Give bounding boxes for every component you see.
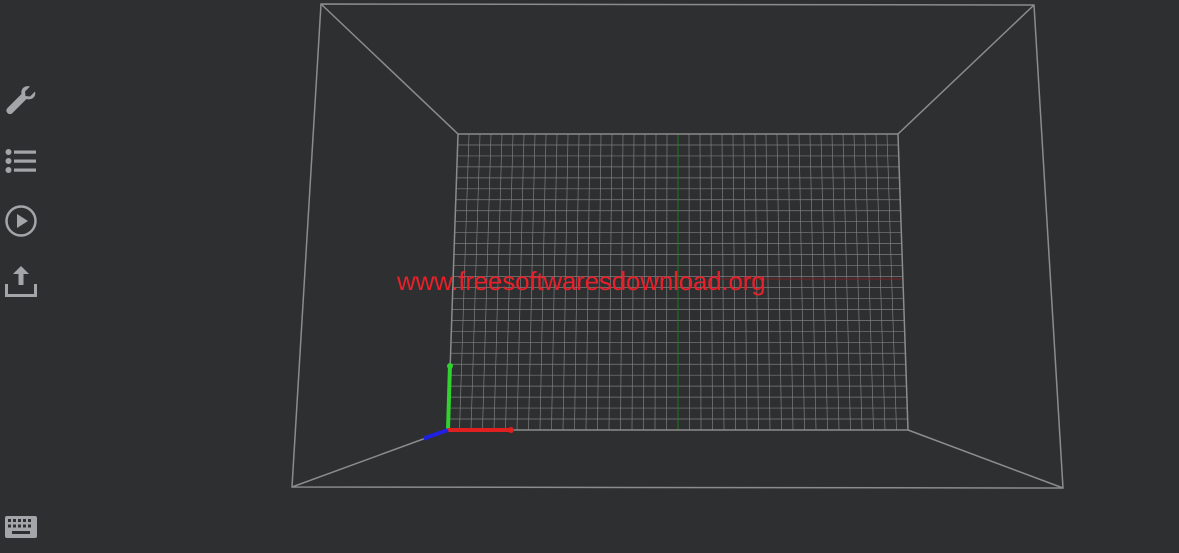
settings-button[interactable] (3, 83, 39, 119)
grid-line-vertical (787, 133, 794, 431)
3d-viewport[interactable]: www.freesoftwaresdownload.org (0, 0, 1179, 553)
grid-line-vertical (864, 133, 874, 431)
grid-line-vertical (820, 133, 828, 431)
list-button[interactable] (3, 143, 39, 179)
grid-line-vertical (809, 133, 817, 431)
upload-icon (5, 266, 37, 297)
keyboard-button[interactable] (3, 509, 39, 545)
play-button[interactable] (3, 203, 39, 239)
axis-z (424, 428, 449, 440)
grid-line-vertical (842, 133, 851, 431)
grid-line-vertical (798, 133, 805, 431)
watermark-text: www.freesoftwaresdownload.org (397, 266, 766, 296)
axis-y-tip (447, 363, 453, 369)
axis-z-tip (423, 435, 429, 441)
keyboard-icon (5, 516, 37, 538)
grid-line-vertical (765, 133, 771, 431)
axis-x-tip (508, 427, 514, 433)
export-button[interactable] (3, 263, 39, 299)
grid-line-vertical (776, 133, 782, 431)
axis-gizmo (423, 363, 514, 441)
play-icon (5, 205, 37, 237)
list-icon (5, 149, 36, 173)
axis-y (446, 363, 452, 431)
grid-line-vertical (875, 133, 886, 431)
grid-line-vertical (886, 133, 897, 431)
grid-line-vertical (831, 133, 840, 431)
grid-line-vertical (853, 133, 863, 431)
app-window: www.freesoftwaresdownload.org (0, 0, 1179, 553)
left-toolbar (0, 0, 44, 553)
wrench-icon (6, 86, 36, 115)
